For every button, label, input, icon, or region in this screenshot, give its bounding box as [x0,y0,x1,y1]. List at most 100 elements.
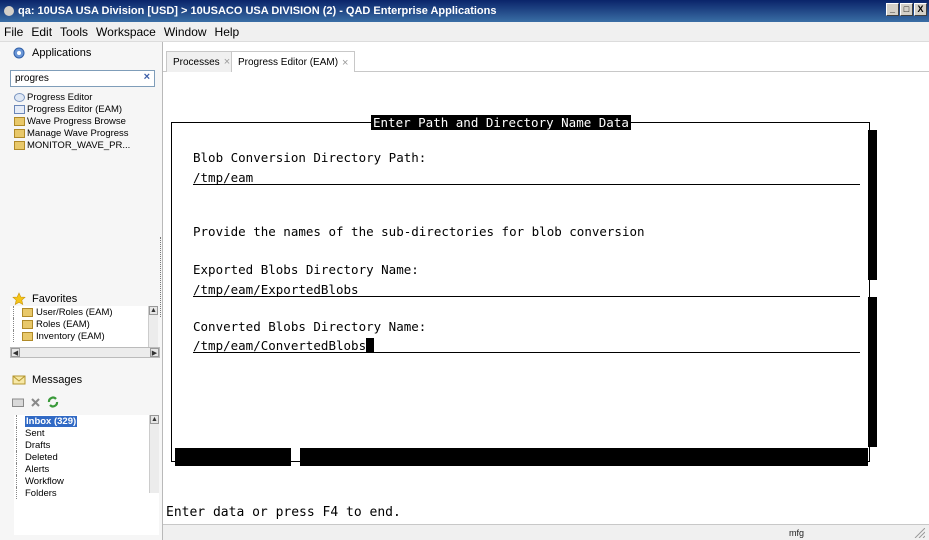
favorites-title: Favorites [32,293,78,305]
dialog-title: Enter Path and Directory Name Data [371,115,631,130]
status-bar: mfg [163,524,929,540]
favorites-horizontal-scrollbar[interactable]: ◀ ▶ [10,347,160,358]
menu-window[interactable]: Window [164,25,207,39]
menu-edit[interactable]: Edit [31,25,52,39]
tree-item-label: Sent [25,427,45,439]
menu-tools[interactable]: Tools [60,25,88,39]
list-item[interactable]: Progress Editor (EAM) [14,103,159,115]
tree-item-label: Alerts [25,463,50,475]
field-underline [193,184,860,185]
tab-bar: Processes × Progress Editor (EAM) × [163,42,929,73]
terminal-status-message: Enter data or press F4 to end. [166,505,401,520]
messages-toolbar [12,396,59,411]
messages-title: Messages [32,374,83,386]
tree-item-label: Deleted [25,451,58,463]
list-item[interactable]: Manage Wave Progress [14,127,159,139]
blob-path-field[interactable]: /tmp/eam [193,170,253,185]
converted-dir-field[interactable]: /tmp/eam/ConvertedBlobs [193,338,375,353]
messages-item-inbox[interactable]: Inbox (329) [16,415,159,427]
status-user: mfg [789,528,805,538]
tree-item-label: Inbox (329) [25,415,78,427]
window-title: qa: 10USA USA Division [USD] > 10USACO U… [18,5,497,17]
field-underline [193,352,860,353]
scroll-bar-block [868,130,877,280]
shortcut-icon [14,92,25,102]
applications-header[interactable]: Applications [0,42,162,64]
list-item[interactable]: Progress Editor [14,91,159,103]
field-underline [193,296,860,297]
list-item-label: MONITOR_WAVE_PR... [27,139,131,151]
menu-help[interactable]: Help [215,25,240,39]
menu-file[interactable]: File [4,25,23,39]
messages-item-sent[interactable]: Sent [16,427,159,439]
window-controls: _ □ X [886,3,927,16]
app-icon [4,6,14,16]
list-item-label: Manage Wave Progress [27,127,129,139]
tree-item-label: User/Roles (EAM) [36,306,113,318]
envelope-icon [12,373,26,387]
scroll-up-icon[interactable]: ▲ [149,306,158,315]
messages-item-folders[interactable]: Folders [16,487,159,499]
maximize-button[interactable]: □ [900,3,913,16]
status-block [175,448,291,466]
minimize-button[interactable]: _ [886,3,899,16]
search-value: progres [15,73,49,84]
converted-dir-label: Converted Blobs Directory Name: [193,319,427,334]
messages-header[interactable]: Messages [0,369,162,391]
folder-icon [14,140,25,150]
tab-processes[interactable]: Processes × [166,51,238,72]
close-button[interactable]: X [914,3,927,16]
messages-tree: Inbox (329) Sent Drafts Deleted Alerts W… [14,415,159,535]
tab-label: Processes [173,56,220,68]
folder-icon [22,319,33,329]
folder-icon [22,307,33,317]
messages-item-workflow[interactable]: Workflow [16,475,159,487]
tree-item-label: Folders [25,487,57,499]
messages-item-deleted[interactable]: Deleted [16,451,159,463]
list-item[interactable]: MONITOR_WAVE_PR... [14,139,159,151]
list-item[interactable]: Wave Progress Browse [14,115,159,127]
folder-open-icon[interactable] [12,397,24,410]
document-icon [14,104,25,114]
star-icon [12,292,26,306]
folder-icon [14,116,25,126]
applications-search-input[interactable]: progres × [10,70,155,87]
scroll-right-icon[interactable]: ▶ [150,348,159,357]
close-tab-icon[interactable]: × [342,57,348,69]
exported-dir-label: Exported Blobs Directory Name: [193,262,419,277]
terminal-screen[interactable]: Enter Path and Directory Name Data Blob … [163,72,929,524]
refresh-icon[interactable] [47,396,59,411]
applications-list: Progress Editor Progress Editor (EAM) Wa… [14,91,159,151]
status-block [300,448,868,466]
favorites-scrollbar[interactable]: ▲ [148,306,158,351]
exported-dir-field[interactable]: /tmp/eam/ExportedBlobs [193,282,359,297]
folder-icon [22,331,33,341]
tree-item[interactable]: Roles (EAM) [13,318,158,330]
list-item-label: Wave Progress Browse [27,115,126,127]
provide-instructions: Provide the names of the sub-directories… [193,224,645,239]
tree-item[interactable]: Inventory (EAM) [13,330,158,342]
converted-dir-value: /tmp/eam/ConvertedBlobs [193,338,367,353]
scroll-bar-block [868,297,877,447]
folder-icon [14,128,25,138]
tree-item-label: Roles (EAM) [36,318,90,330]
tab-progress-editor-eam[interactable]: Progress Editor (EAM) × [231,51,356,73]
scroll-up-icon[interactable]: ▲ [150,415,159,424]
tree-item-label: Drafts [25,439,51,451]
scroll-left-icon[interactable]: ◀ [11,348,20,357]
tree-item-label: Workflow [25,475,64,487]
close-tab-icon[interactable]: × [224,56,230,68]
window-title-bar: qa: 10USA USA Division [USD] > 10USACO U… [0,0,929,22]
resize-grip-icon[interactable] [913,527,926,539]
clear-search-icon[interactable]: × [144,71,150,83]
menu-workspace[interactable]: Workspace [96,25,156,39]
delete-icon[interactable] [30,397,41,411]
tree-item[interactable]: User/Roles (EAM) [13,306,158,318]
tab-label: Progress Editor (EAM) [238,57,339,68]
list-item-label: Progress Editor (EAM) [27,103,123,115]
tree-item-label: Inventory (EAM) [36,330,105,342]
messages-item-drafts[interactable]: Drafts [16,439,159,451]
messages-item-alerts[interactable]: Alerts [16,463,159,475]
messages-scrollbar[interactable]: ▲ [149,415,159,493]
list-item-label: Progress Editor [27,91,93,103]
